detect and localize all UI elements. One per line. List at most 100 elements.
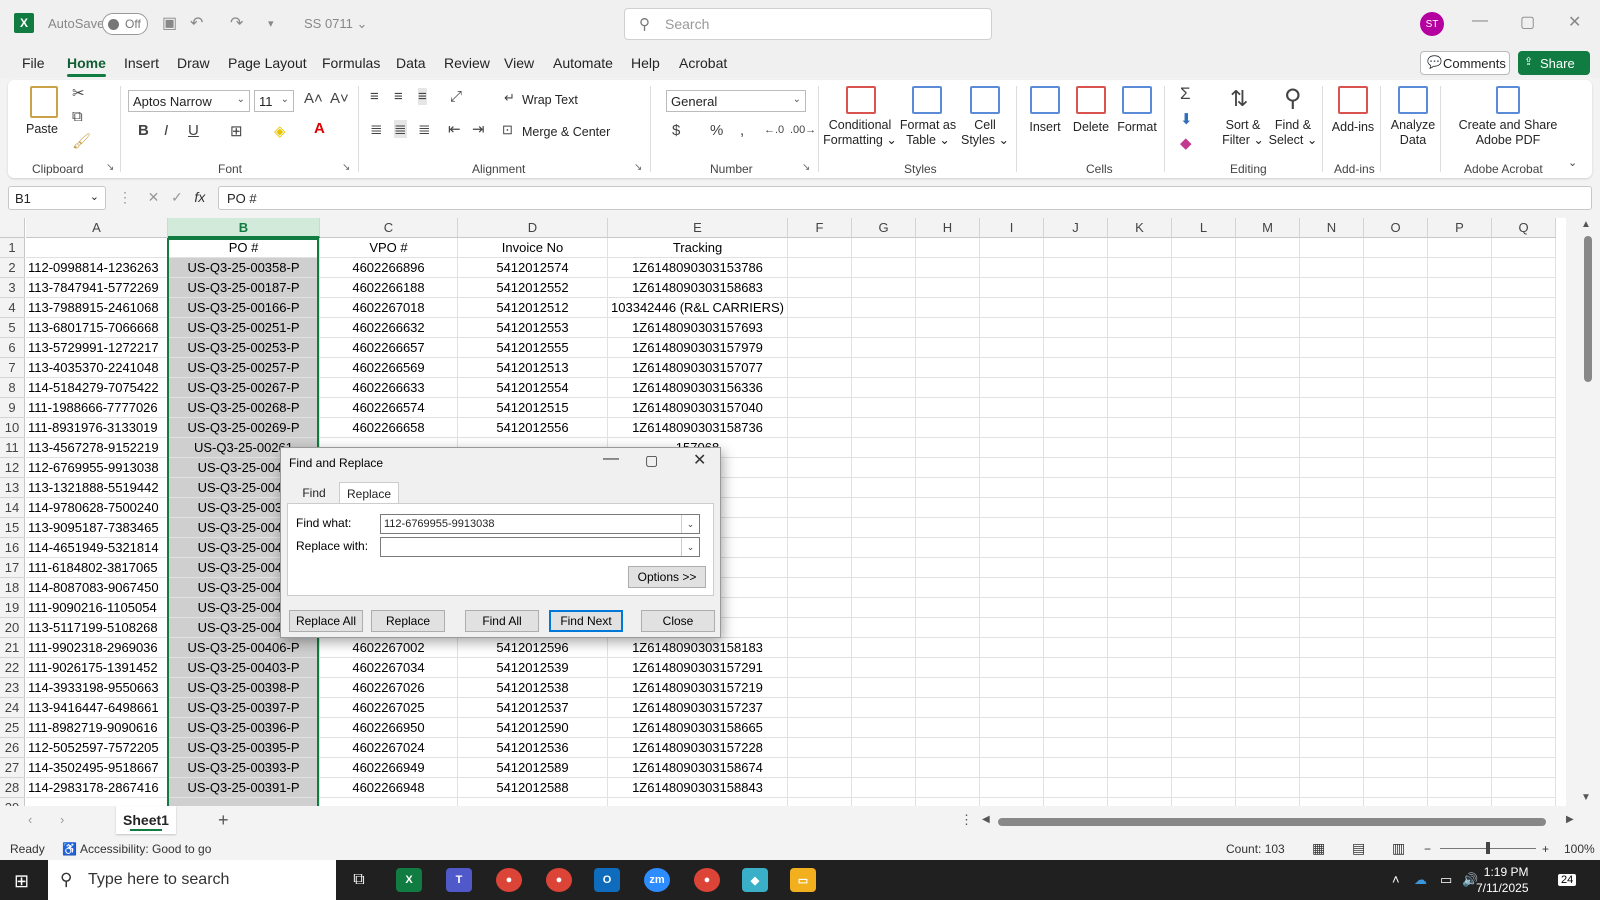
- cell-o14[interactable]: [1364, 498, 1428, 518]
- cell-f12[interactable]: [788, 458, 852, 478]
- cell-h15[interactable]: [916, 518, 980, 538]
- row-header[interactable]: 23: [0, 678, 25, 698]
- outlook-app-icon[interactable]: O: [594, 868, 620, 892]
- cell-p19[interactable]: [1428, 598, 1492, 618]
- cell-d26[interactable]: 5412012536: [458, 738, 608, 758]
- cell-i18[interactable]: [980, 578, 1044, 598]
- replace-button[interactable]: Replace: [371, 610, 445, 632]
- cell-l25[interactable]: [1172, 718, 1236, 738]
- cell-c8[interactable]: 4602266633: [320, 378, 458, 398]
- merge-center-button[interactable]: Merge & Center: [522, 125, 610, 140]
- cell-p15[interactable]: [1428, 518, 1492, 538]
- analyze-data-button[interactable]: Analyze Data: [1388, 118, 1438, 148]
- cell-m10[interactable]: [1236, 418, 1300, 438]
- column-header-p[interactable]: P: [1428, 218, 1492, 238]
- cell-g14[interactable]: [852, 498, 916, 518]
- cell-o18[interactable]: [1364, 578, 1428, 598]
- cell-f29[interactable]: [788, 798, 852, 806]
- cell-q27[interactable]: [1492, 758, 1556, 778]
- cell-l22[interactable]: [1172, 658, 1236, 678]
- cell-k24[interactable]: [1108, 698, 1172, 718]
- insert-cells-button[interactable]: Insert: [1024, 120, 1066, 135]
- cell-b24[interactable]: US-Q3-25-00397-P: [168, 698, 320, 718]
- chrome-profile-app-icon[interactable]: ●: [546, 868, 572, 892]
- onedrive-icon[interactable]: ☁: [1414, 872, 1427, 888]
- cell-c10[interactable]: 4602266658: [320, 418, 458, 438]
- cell-f3[interactable]: [788, 278, 852, 298]
- increase-decimal-icon[interactable]: ←.0: [764, 124, 784, 136]
- cell-j24[interactable]: [1044, 698, 1108, 718]
- cell-n20[interactable]: [1300, 618, 1364, 638]
- windows-start-icon[interactable]: ⊞: [14, 871, 29, 892]
- cell-n3[interactable]: [1300, 278, 1364, 298]
- cell-n8[interactable]: [1300, 378, 1364, 398]
- name-box[interactable]: B1 ⌄: [8, 186, 106, 210]
- cell-o28[interactable]: [1364, 778, 1428, 798]
- cell-m17[interactable]: [1236, 558, 1300, 578]
- close-window-icon[interactable]: ✕: [1568, 12, 1581, 32]
- redo-icon[interactable]: ↷: [230, 13, 243, 33]
- cell-k14[interactable]: [1108, 498, 1172, 518]
- align-right-icon[interactable]: ≣: [418, 120, 431, 138]
- cell-h7[interactable]: [916, 358, 980, 378]
- cell-n25[interactable]: [1300, 718, 1364, 738]
- cell-q1[interactable]: [1492, 238, 1556, 258]
- cell-n18[interactable]: [1300, 578, 1364, 598]
- cell-l24[interactable]: [1172, 698, 1236, 718]
- cell-c5[interactable]: 4602266632: [320, 318, 458, 338]
- cell-f24[interactable]: [788, 698, 852, 718]
- autosum-icon[interactable]: Σ: [1180, 84, 1191, 104]
- cell-i17[interactable]: [980, 558, 1044, 578]
- cell-j5[interactable]: [1044, 318, 1108, 338]
- cell-p27[interactable]: [1428, 758, 1492, 778]
- cell-e5[interactable]: 1Z6148090303157693: [608, 318, 788, 338]
- column-header-j[interactable]: J: [1044, 218, 1108, 238]
- cell-f22[interactable]: [788, 658, 852, 678]
- cell-m5[interactable]: [1236, 318, 1300, 338]
- cell-l10[interactable]: [1172, 418, 1236, 438]
- cell-k13[interactable]: [1108, 478, 1172, 498]
- row-header[interactable]: 28: [0, 778, 25, 798]
- cell-g7[interactable]: [852, 358, 916, 378]
- find-select-button[interactable]: Find & Select ⌄: [1268, 118, 1318, 148]
- cell-k21[interactable]: [1108, 638, 1172, 658]
- cell-l23[interactable]: [1172, 678, 1236, 698]
- clipboard-launcher-icon[interactable]: ↘: [106, 162, 114, 173]
- cell-j13[interactable]: [1044, 478, 1108, 498]
- cell-m6[interactable]: [1236, 338, 1300, 358]
- column-header-c[interactable]: C: [320, 218, 458, 238]
- cell-d24[interactable]: 5412012537: [458, 698, 608, 718]
- cell-f11[interactable]: [788, 438, 852, 458]
- cell-p3[interactable]: [1428, 278, 1492, 298]
- cut-icon[interactable]: ✂: [72, 84, 85, 102]
- cell-d8[interactable]: 5412012554: [458, 378, 608, 398]
- cell-e9[interactable]: 1Z6148090303157040: [608, 398, 788, 418]
- cell-d3[interactable]: 5412012552: [458, 278, 608, 298]
- cell-a2[interactable]: 112-0998814-1236263: [26, 258, 168, 278]
- notification-badge[interactable]: 24: [1558, 874, 1577, 886]
- decrease-decimal-icon[interactable]: .00→: [790, 124, 816, 136]
- prev-sheet-icon[interactable]: ‹: [28, 812, 32, 827]
- cell-m23[interactable]: [1236, 678, 1300, 698]
- cell-f23[interactable]: [788, 678, 852, 698]
- cell-n15[interactable]: [1300, 518, 1364, 538]
- cell-l13[interactable]: [1172, 478, 1236, 498]
- cell-p8[interactable]: [1428, 378, 1492, 398]
- undo-icon[interactable]: ↶: [190, 13, 203, 33]
- cell-i2[interactable]: [980, 258, 1044, 278]
- format-cells-button[interactable]: Format: [1114, 120, 1160, 135]
- row-header[interactable]: 15: [0, 518, 25, 538]
- cell-f7[interactable]: [788, 358, 852, 378]
- cell-j4[interactable]: [1044, 298, 1108, 318]
- menu-home[interactable]: Home: [67, 55, 106, 77]
- cell-d1[interactable]: Invoice No: [458, 238, 608, 258]
- cell-l6[interactable]: [1172, 338, 1236, 358]
- more-options-icon[interactable]: ⋮: [960, 812, 973, 828]
- save-icon[interactable]: ▣: [162, 13, 177, 33]
- cell-p1[interactable]: [1428, 238, 1492, 258]
- cell-o20[interactable]: [1364, 618, 1428, 638]
- cell-o10[interactable]: [1364, 418, 1428, 438]
- cell-a15[interactable]: 113-9095187-7383465: [26, 518, 168, 538]
- row-header[interactable]: 16: [0, 538, 25, 558]
- align-center-icon[interactable]: ≣: [394, 120, 407, 138]
